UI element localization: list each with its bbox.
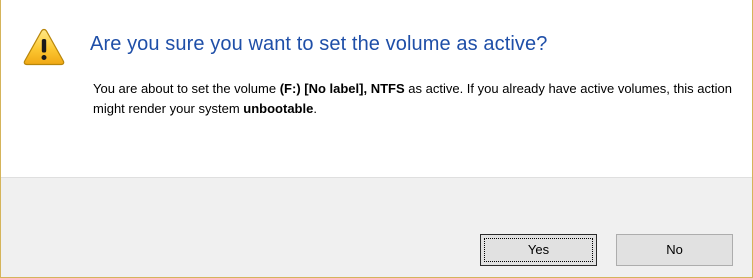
warning-icon (23, 28, 65, 66)
dialog-message: You are about to set the volume (F:) [No… (93, 79, 733, 119)
volume-name: (F:) [No label], NTFS (279, 81, 405, 96)
yes-button[interactable]: Yes (480, 234, 597, 266)
message-text-1: You are about to set the volume (93, 81, 280, 96)
confirm-dialog: Are you sure you want to set the volume … (0, 0, 753, 278)
yes-button-label: Yes (527, 242, 550, 257)
dialog-content: Are you sure you want to set the volume … (1, 0, 752, 177)
dialog-button-bar: Yes No (1, 177, 752, 277)
message-text-3: . (313, 101, 317, 116)
dialog-heading: Are you sure you want to set the volume … (90, 33, 548, 55)
no-button[interactable]: No (616, 234, 733, 266)
no-button-label: No (666, 242, 683, 257)
unbootable-warning: unbootable (243, 101, 314, 116)
